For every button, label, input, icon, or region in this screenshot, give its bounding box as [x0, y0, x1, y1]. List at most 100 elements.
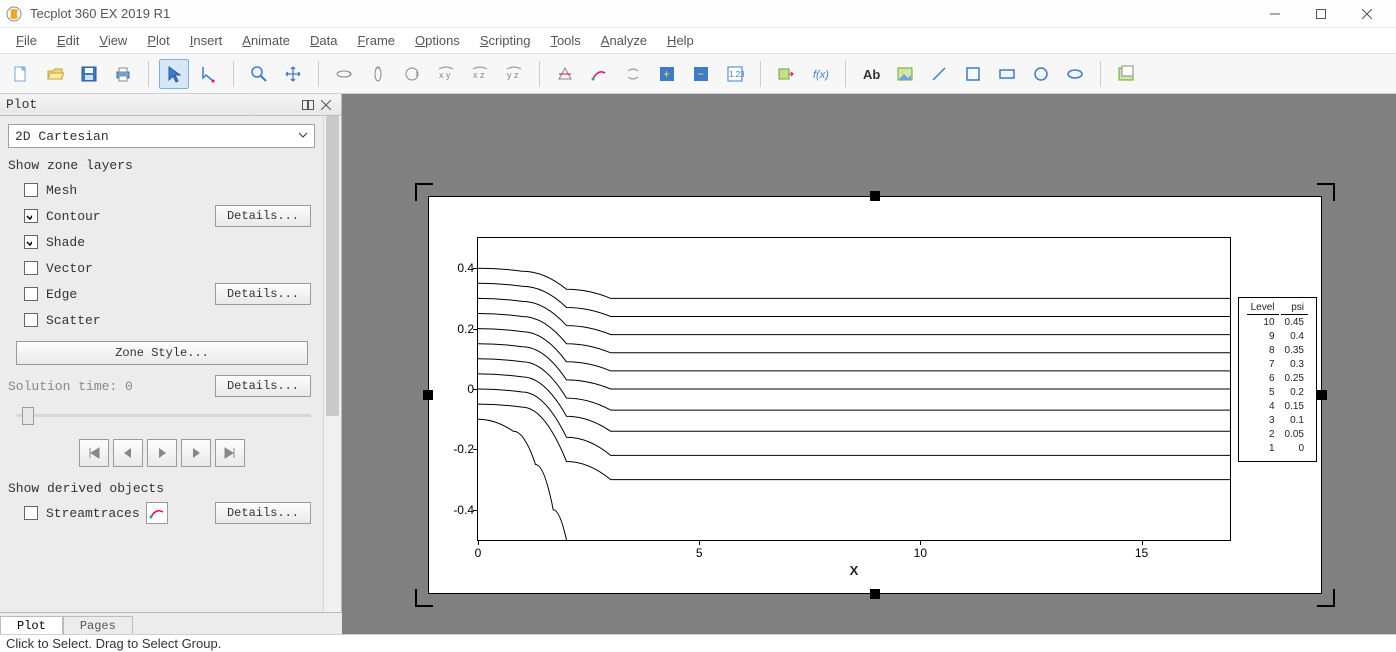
toolbar-separator — [233, 61, 234, 87]
streamtraces-details-button[interactable]: Details... — [215, 502, 311, 524]
y-tick-label: -0.4 — [434, 503, 474, 517]
vector-checkbox[interactable] — [24, 261, 38, 275]
toolbar-separator — [1100, 61, 1101, 87]
contour-add-icon[interactable]: + — [652, 59, 682, 89]
menu-animate[interactable]: Animate — [234, 31, 298, 50]
mesh-checkbox[interactable] — [24, 183, 38, 197]
menu-tools[interactable]: Tools — [542, 31, 588, 50]
rect-tool-icon[interactable] — [992, 59, 1022, 89]
slice-tool-icon[interactable] — [550, 59, 580, 89]
layer-scatter-row: Scatter — [8, 307, 315, 333]
shade-checkbox[interactable] — [24, 235, 38, 249]
step-forward-icon[interactable] — [181, 439, 211, 467]
menu-scripting[interactable]: Scripting — [472, 31, 539, 50]
menu-plot[interactable]: Plot — [139, 31, 177, 50]
solution-time-slider[interactable] — [16, 401, 311, 429]
frame-resize-handle[interactable] — [1317, 390, 1327, 400]
streamtraces-checkbox[interactable] — [24, 506, 38, 520]
zoom-icon[interactable] — [244, 59, 274, 89]
new-frame-icon[interactable] — [1111, 59, 1141, 89]
frame-resize-handle[interactable] — [423, 390, 433, 400]
app-icon — [6, 6, 22, 22]
slider-thumb[interactable] — [22, 407, 34, 425]
menu-options[interactable]: Options — [407, 31, 468, 50]
ellipse-tool-icon[interactable] — [1060, 59, 1090, 89]
maximize-button[interactable] — [1298, 0, 1344, 28]
solution-details-button[interactable]: Details... — [215, 375, 311, 397]
rotate-z-icon[interactable] — [397, 59, 427, 89]
contour-label-icon[interactable]: 1.23 — [720, 59, 750, 89]
menu-help[interactable]: Help — [659, 31, 702, 50]
layer-edge-row: Edge Details... — [8, 281, 315, 307]
open-file-icon[interactable] — [40, 59, 70, 89]
plot-frame[interactable]: X -0.4-0.200.20.4051015 Levelpsi100.4590… — [428, 196, 1322, 594]
contour-remove-icon[interactable]: − — [686, 59, 716, 89]
rotate-yz-icon[interactable]: yz — [499, 59, 529, 89]
text-tool-icon[interactable]: Ab — [856, 59, 886, 89]
rotate-xy-icon[interactable]: xy — [431, 59, 461, 89]
menu-edit[interactable]: Edit — [49, 31, 87, 50]
menu-data[interactable]: Data — [302, 31, 345, 50]
streamtraces-icon[interactable] — [146, 502, 168, 524]
close-button[interactable] — [1344, 0, 1390, 28]
translate-icon[interactable] — [278, 59, 308, 89]
panel-float-icon[interactable] — [299, 97, 317, 113]
rotate-y-icon[interactable] — [363, 59, 393, 89]
streamtrace-tool-icon[interactable] — [584, 59, 614, 89]
contour-checkbox[interactable] — [24, 209, 38, 223]
window-titlebar: Tecplot 360 EX 2019 R1 — [0, 0, 1396, 28]
extract-tool-icon[interactable] — [771, 59, 801, 89]
menu-file[interactable]: File — [8, 31, 45, 50]
svg-text:x: x — [473, 70, 478, 80]
rotate-x-icon[interactable] — [329, 59, 359, 89]
x-tick-label: 5 — [696, 546, 703, 560]
adjuster-tool-icon[interactable] — [193, 59, 223, 89]
show-zone-layers-label: Show zone layers — [8, 158, 315, 173]
pointer-tool-icon[interactable] — [159, 59, 189, 89]
play-icon[interactable] — [147, 439, 177, 467]
plot-type-value: 2D Cartesian — [15, 129, 109, 144]
panel-scrollbar[interactable] — [323, 116, 341, 652]
frame-resize-handle[interactable] — [870, 589, 880, 599]
edge-label: Edge — [46, 287, 136, 302]
skip-start-icon[interactable] — [79, 439, 109, 467]
tab-plot[interactable]: Plot — [0, 616, 63, 635]
x-axis-label: X — [850, 563, 859, 578]
menu-insert[interactable]: Insert — [182, 31, 231, 50]
minimize-button[interactable] — [1252, 0, 1298, 28]
panel-close-icon[interactable] — [317, 97, 335, 113]
skip-end-icon[interactable] — [215, 439, 245, 467]
image-tool-icon[interactable] — [890, 59, 920, 89]
probe-tool-icon[interactable] — [618, 59, 648, 89]
menu-analyze[interactable]: Analyze — [593, 31, 655, 50]
workspace-canvas[interactable]: X -0.4-0.200.20.4051015 Levelpsi100.4590… — [342, 94, 1396, 652]
zone-style-button[interactable]: Zone Style... — [16, 341, 308, 365]
fx-tool-icon[interactable]: f(x) — [805, 59, 835, 89]
line-tool-icon[interactable] — [924, 59, 954, 89]
toolbar-separator — [539, 61, 540, 87]
layer-vector-row: Vector — [8, 255, 315, 281]
circle-tool-icon[interactable] — [1026, 59, 1056, 89]
new-file-icon[interactable] — [6, 59, 36, 89]
save-icon[interactable] — [74, 59, 104, 89]
plot-side-panel: Plot 2D Cartesian Show zone layers Mesh … — [0, 94, 342, 652]
status-bar: Click to Select. Drag to Select Group. — [0, 634, 1396, 652]
layer-shade-row: Shade — [8, 229, 315, 255]
svg-text:−: − — [697, 67, 704, 81]
rotate-xz-icon[interactable]: xz — [465, 59, 495, 89]
menu-view[interactable]: View — [91, 31, 135, 50]
step-back-icon[interactable] — [113, 439, 143, 467]
scatter-checkbox[interactable] — [24, 313, 38, 327]
layer-mesh-row: Mesh — [8, 177, 315, 203]
print-icon[interactable] — [108, 59, 138, 89]
solution-time-label: Solution time: 0 — [8, 379, 133, 394]
edge-details-button[interactable]: Details... — [215, 283, 311, 305]
menu-frame[interactable]: Frame — [349, 31, 403, 50]
square-tool-icon[interactable] — [958, 59, 988, 89]
tab-pages[interactable]: Pages — [63, 616, 133, 635]
contour-details-button[interactable]: Details... — [215, 205, 311, 227]
edge-checkbox[interactable] — [24, 287, 38, 301]
scrollbar-thumb[interactable] — [326, 116, 339, 416]
frame-resize-handle[interactable] — [870, 191, 880, 201]
plot-type-combo[interactable]: 2D Cartesian — [8, 124, 315, 148]
